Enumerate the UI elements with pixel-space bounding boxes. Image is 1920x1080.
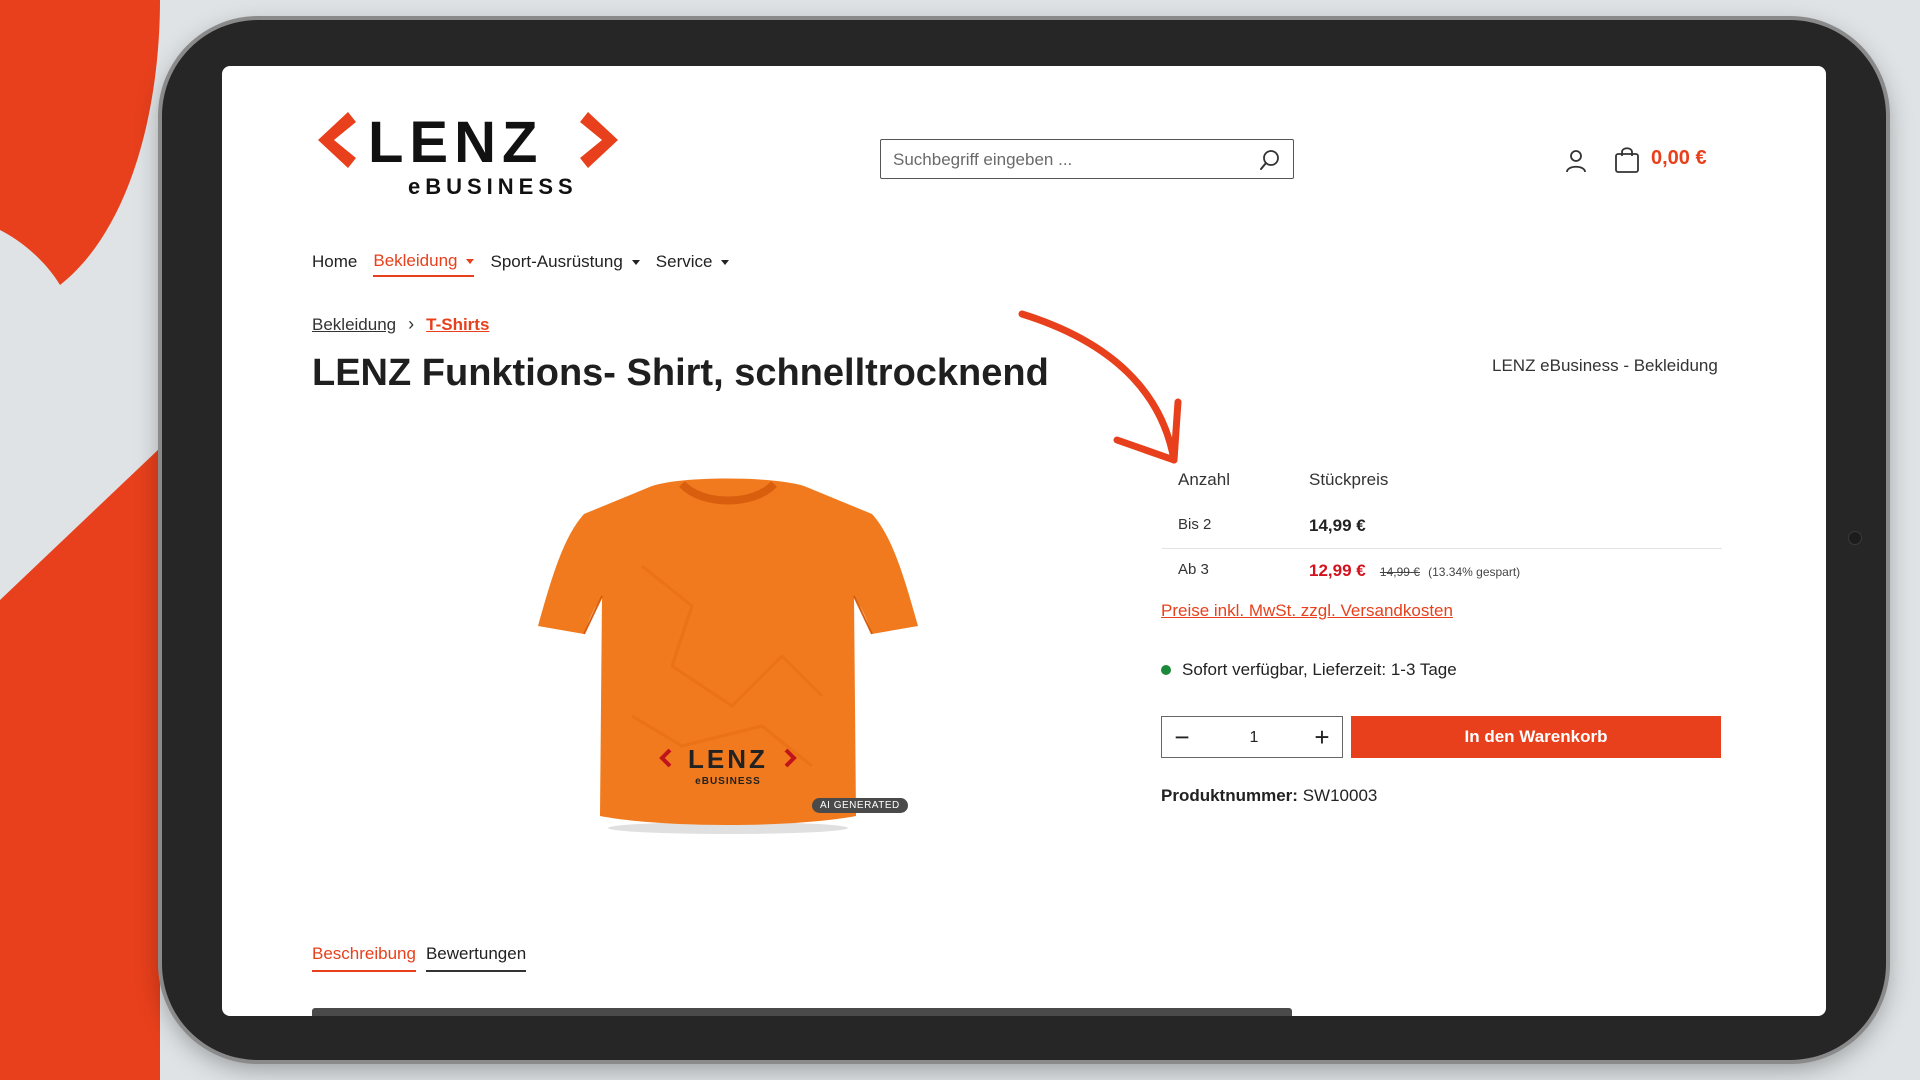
savings-note: (13.34% gespart) [1428, 565, 1521, 579]
cut-off-section-heading [312, 1008, 1292, 1016]
shipping-costs-link[interactable]: Preise inkl. MwSt. zzgl. Versandkosten [1161, 601, 1453, 621]
nav-item-label: Sport-Ausrüstung [490, 252, 623, 271]
nav-item-service[interactable]: Service [656, 251, 730, 277]
tier-price: 12,99 € 14,99 € (13.34% gespart) [1309, 561, 1520, 581]
logo-right-chevron-icon [580, 112, 618, 168]
tier-price-table: Anzahl Stückpreis Bis 2 14,99 € Ab 3 12,… [1162, 464, 1722, 593]
increase-quantity-button[interactable]: + [1302, 717, 1342, 757]
table-row: Ab 3 12,99 € 14,99 € (13.34% gespart) [1162, 549, 1722, 593]
caret-down-icon [466, 258, 475, 264]
column-header-stueckpreis: Stückpreis [1309, 470, 1389, 489]
brand-logo[interactable]: LENZ eBUSINESS [318, 112, 618, 208]
column-header-anzahl: Anzahl [1178, 470, 1230, 489]
availability-text: Sofort verfügbar, Lieferzeit: 1-3 Tage [1182, 660, 1457, 679]
table-row: Bis 2 14,99 € [1162, 504, 1722, 549]
product-tabs: Beschreibung Bewertungen [312, 944, 536, 972]
tab-beschreibung[interactable]: Beschreibung [312, 944, 416, 972]
product-number-value: SW10003 [1302, 786, 1378, 805]
nav-item-sport-ausruestung[interactable]: Sport-Ausrüstung [490, 251, 640, 277]
product-image[interactable]: LENZ eBUSINESS [532, 466, 918, 836]
nav-item-bekleidung[interactable]: Bekleidung [373, 251, 475, 277]
quantity-stepper: − + [1161, 716, 1343, 759]
search-icon[interactable] [1259, 149, 1281, 171]
camera-dot [1848, 531, 1862, 545]
decrease-quantity-button[interactable]: − [1162, 717, 1202, 757]
logo-tagline: eBUSINESS [408, 174, 578, 199]
tier-price: 14,99 € [1309, 516, 1366, 536]
search-bar [880, 139, 1294, 180]
tab-bewertungen[interactable]: Bewertungen [425, 944, 527, 972]
annotation-arrow-icon [1018, 310, 1182, 464]
tier-quantity: Ab 3 [1178, 561, 1209, 578]
ai-generated-badge: AI GENERATED [812, 798, 908, 813]
search-input[interactable] [891, 140, 1245, 180]
orange-leaf-shape [0, 0, 160, 285]
shirt-logo-wordmark: LENZ [688, 744, 768, 774]
manufacturer-label[interactable]: LENZ eBusiness - Bekleidung [1492, 356, 1718, 376]
caret-down-icon [721, 259, 730, 265]
main-nav: Home Bekleidung Sport-Ausrüstung Service [312, 251, 745, 277]
old-price: 14,99 € [1379, 565, 1420, 579]
add-to-cart-button[interactable]: In den Warenkorb [1351, 716, 1721, 758]
user-icon[interactable] [1564, 149, 1588, 173]
in-stock-dot-icon [1161, 665, 1171, 675]
breadcrumb-item-bekleidung[interactable]: Bekleidung [312, 315, 396, 335]
nav-item-home[interactable]: Home [312, 251, 357, 277]
product-number-label: Produktnummer: [1161, 786, 1298, 805]
table-header-row: Anzahl Stückpreis [1162, 464, 1722, 504]
sale-price: 12,99 € [1309, 561, 1366, 580]
breadcrumb: Bekleidung › T-Shirts [312, 314, 489, 335]
availability-status: Sofort verfügbar, Lieferzeit: 1-3 Tage [1161, 660, 1457, 680]
shirt-logo-tagline: eBUSINESS [695, 776, 761, 787]
nav-item-label: Bekleidung [373, 251, 458, 270]
nav-item-label: Service [655, 252, 713, 271]
caret-down-icon [631, 259, 640, 265]
nav-item-label: Home [312, 252, 358, 271]
orange-wedge-shape [0, 448, 160, 1080]
product-number: Produktnummer: SW10003 [1161, 786, 1377, 806]
tier-quantity: Bis 2 [1178, 516, 1212, 533]
product-title: LENZ Funktions- Shirt, schnelltrocknend [312, 352, 1049, 394]
unit-price: 14,99 € [1309, 516, 1366, 535]
quantity-input[interactable] [1202, 717, 1306, 759]
shop-page: LENZ eBUSINESS 0,00 € Home Bekleidung Sp… [222, 66, 1826, 1016]
cart-total[interactable]: 0,00 € [1651, 147, 1707, 170]
breadcrumb-item-t-shirts[interactable]: T-Shirts [426, 315, 489, 335]
logo-left-chevron-icon [318, 112, 356, 168]
breadcrumb-separator: › [408, 314, 415, 334]
shopping-bag-icon[interactable] [1614, 146, 1640, 174]
logo-wordmark: LENZ [368, 112, 543, 175]
